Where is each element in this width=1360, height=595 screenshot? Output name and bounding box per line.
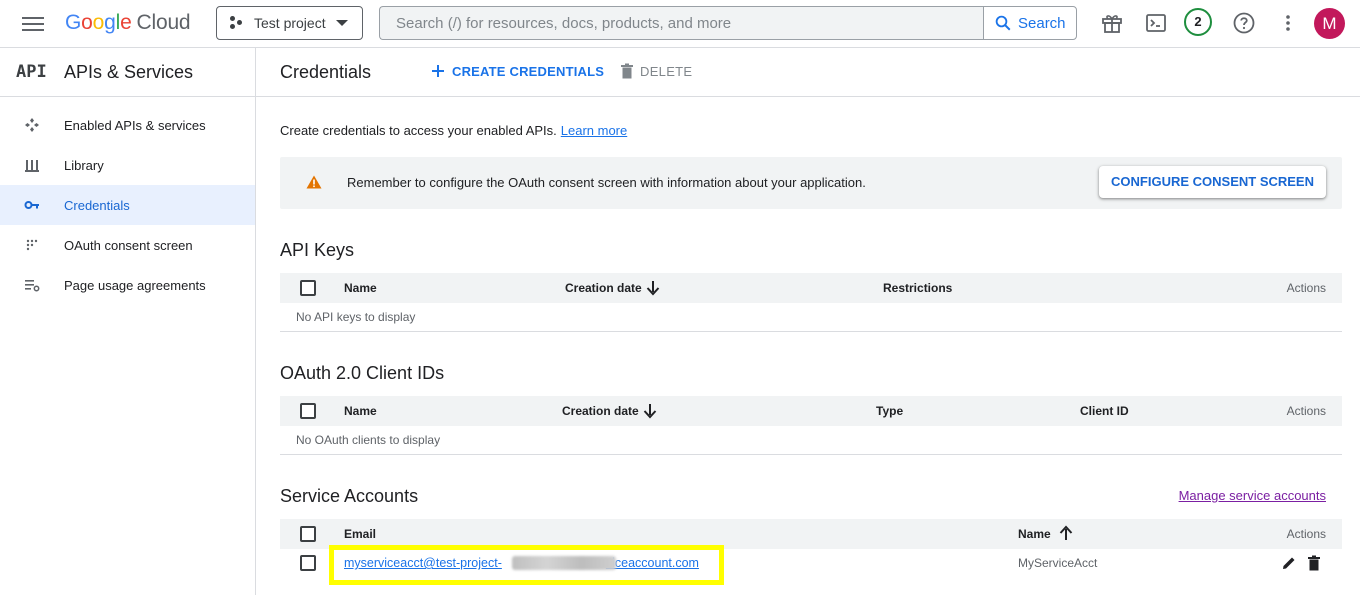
delete-label: DELETE xyxy=(640,63,693,79)
intro-text: Create credentials to access your enable… xyxy=(280,123,628,138)
column-header-actions: Actions xyxy=(1286,404,1326,418)
redacted-text xyxy=(512,556,616,570)
page-title: Credentials xyxy=(280,62,372,82)
column-header-email[interactable]: Email xyxy=(344,527,376,541)
delete-button[interactable]: DELETE xyxy=(620,63,692,79)
consent-warning-banner: Remember to configure the OAuth consent … xyxy=(280,157,1342,209)
plus-icon xyxy=(432,65,444,77)
notifications-badge[interactable]: 2 xyxy=(1184,8,1212,36)
select-all-checkbox[interactable] xyxy=(300,280,316,296)
project-icon xyxy=(230,16,244,30)
column-header-client-id[interactable]: Client ID xyxy=(1080,404,1129,418)
sidebar-item-library[interactable]: Library xyxy=(0,145,255,185)
column-header-actions: Actions xyxy=(1286,281,1326,295)
sidebar-item-enabled-apis[interactable]: Enabled APIs & services xyxy=(0,105,255,145)
avatar[interactable]: M xyxy=(1314,8,1345,39)
sidebar-item-label: OAuth consent screen xyxy=(64,237,193,253)
service-account-name: MyServiceAcct xyxy=(1018,556,1098,570)
service-accounts-title: Service Accounts xyxy=(280,486,419,506)
oauth-table-header: Name Creation date Type Client ID Action… xyxy=(280,396,1342,426)
arrow-up-icon[interactable] xyxy=(1059,525,1073,541)
create-credentials-button[interactable]: CREATE CREDENTIALS xyxy=(430,63,604,79)
sidebar: API APIs & Services Enabled APIs & servi… xyxy=(0,48,256,595)
manage-service-accounts-link[interactable]: Manage service accounts xyxy=(1179,488,1326,503)
select-all-checkbox[interactable] xyxy=(300,403,316,419)
banner-message: Remember to configure the OAuth consent … xyxy=(347,175,866,190)
learn-more-link[interactable]: Learn more xyxy=(561,123,627,138)
row-checkbox[interactable] xyxy=(300,555,316,571)
api-keys-title: API Keys xyxy=(280,240,355,260)
column-header-creation-date[interactable]: Creation date xyxy=(565,281,642,295)
search-button[interactable]: Search xyxy=(983,6,1077,40)
sidebar-title: APIs & Services xyxy=(64,62,194,82)
oauth-title: OAuth 2.0 Client IDs xyxy=(280,363,445,383)
api-keys-empty-row: No API keys to display xyxy=(280,303,1342,332)
warning-icon xyxy=(306,175,322,189)
column-header-creation-date[interactable]: Creation date xyxy=(562,404,639,418)
column-header-name[interactable]: Name xyxy=(1018,527,1051,541)
page-usage-icon xyxy=(25,280,40,292)
edit-icon[interactable] xyxy=(1281,555,1297,571)
search-button-label: Search xyxy=(1018,14,1066,32)
api-logo-mark: API xyxy=(16,62,47,82)
arrow-down-icon[interactable] xyxy=(643,403,657,419)
library-icon xyxy=(25,160,39,172)
delete-icon[interactable] xyxy=(1306,555,1322,571)
oauth-empty-row: No OAuth clients to display xyxy=(280,426,1342,455)
search-field[interactable] xyxy=(379,6,983,40)
google-cloud-logo[interactable]: Google Cloud xyxy=(65,11,191,35)
sidebar-item-label: Enabled APIs & services xyxy=(64,117,206,133)
sidebar-item-oauth-consent[interactable]: OAuth consent screen xyxy=(0,225,255,265)
page-header: Credentials CREATE CREDENTIALS DELETE xyxy=(256,48,1360,97)
column-header-restrictions[interactable]: Restrictions xyxy=(883,281,952,295)
arrow-down-icon[interactable] xyxy=(646,280,660,296)
create-credentials-label: CREATE CREDENTIALS xyxy=(452,63,605,79)
project-picker-button[interactable]: Test project xyxy=(216,6,363,40)
sidebar-item-page-usage[interactable]: Page usage agreements xyxy=(0,265,255,305)
column-header-name[interactable]: Name xyxy=(344,404,377,418)
sidebar-item-label: Credentials xyxy=(64,197,130,213)
sidebar-item-label: Library xyxy=(64,157,104,173)
enabled-apis-icon xyxy=(25,118,39,132)
main-content: Credentials CREATE CREDENTIALS DELETE Cr… xyxy=(256,48,1360,595)
project-picker-label: Test project xyxy=(254,15,326,31)
sidebar-item-label: Page usage agreements xyxy=(64,277,206,293)
key-icon xyxy=(24,201,39,209)
help-icon[interactable] xyxy=(1232,11,1256,35)
more-vert-icon[interactable] xyxy=(1276,11,1300,35)
search-icon xyxy=(995,15,1011,31)
configure-consent-screen-button[interactable]: CONFIGURE CONSENT SCREEN xyxy=(1099,166,1326,198)
oauth-consent-icon xyxy=(26,239,38,251)
caret-down-icon xyxy=(336,20,348,26)
select-all-checkbox[interactable] xyxy=(300,526,316,542)
sidebar-header: API APIs & Services xyxy=(0,48,255,97)
sidebar-item-credentials[interactable]: Credentials xyxy=(0,185,255,225)
cloud-shell-icon[interactable] xyxy=(1144,11,1168,35)
column-header-type[interactable]: Type xyxy=(876,404,903,418)
column-header-name[interactable]: Name xyxy=(344,281,377,295)
search-input[interactable] xyxy=(380,7,983,39)
api-keys-table-header: Name Creation date Restrictions Actions xyxy=(280,273,1342,303)
column-header-actions: Actions xyxy=(1286,527,1326,541)
top-bar: GoogleCloud Test project Search 2 M xyxy=(0,0,1360,48)
main-menu-icon[interactable] xyxy=(22,14,44,32)
gift-icon[interactable] xyxy=(1100,11,1124,35)
trash-icon xyxy=(621,63,633,79)
